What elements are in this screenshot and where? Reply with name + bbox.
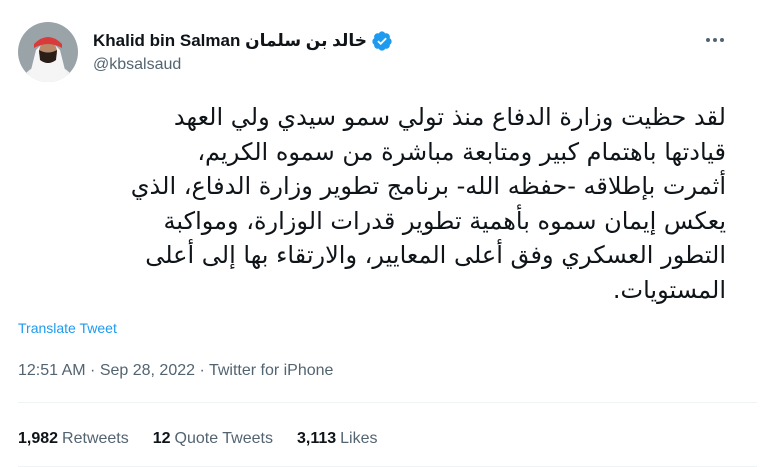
retweets-label: Retweets — [62, 430, 129, 447]
tweet-line: قيادتها باهتمام كبير ومتابعة مباشرة من س… — [197, 137, 726, 166]
tweet-line: أثمرت بإطلاقه -حفظه الله- برنامج تطوير و… — [130, 172, 726, 200]
author-handle[interactable]: @kbsalsaud — [93, 56, 181, 74]
tweet-line: المستويات. — [612, 275, 726, 304]
retweets-stat[interactable]: 1,982 Retweets — [18, 430, 129, 448]
author-name[interactable]: Khalid bin Salman خالد بن سلمان — [93, 31, 367, 51]
likes-count: 3,113 — [296, 430, 337, 447]
translate-tweet-link[interactable]: Translate Tweet — [18, 320, 117, 336]
likes-stat[interactable]: 3,113 Likes — [297, 430, 378, 448]
tweet-line: التطور العسكري وفق أعلى المعايير، والارت… — [145, 241, 726, 269]
tweet-meta[interactable]: 12:51 AM · Sep 28, 2022 · Twitter for iP… — [18, 362, 333, 380]
divider — [18, 402, 757, 403]
avatar-image — [18, 22, 78, 82]
author-name-row[interactable]: Khalid bin Salman خالد بن سلمان — [93, 30, 393, 52]
tweet-text: لقد حظيت وزارة الدفاع منذ تولي سمو سيدي … — [18, 100, 726, 307]
retweets-count: 1,982 — [18, 430, 59, 447]
verified-badge-icon — [372, 31, 392, 51]
quote-tweets-stat[interactable]: 12 Quote Tweets — [153, 430, 273, 448]
quote-tweets-count: 12 — [152, 430, 171, 447]
quote-tweets-label: Quote Tweets — [174, 430, 273, 447]
tweet-line: يعكس إيمان سموه بأهمية تطوير قدرات الوزا… — [163, 206, 726, 235]
more-options-icon[interactable] — [703, 28, 727, 52]
tweet-line: لقد حظيت وزارة الدفاع منذ تولي سمو سيدي … — [173, 103, 726, 131]
engagement-stats: 1,982 Retweets 12 Quote Tweets 3,113 Likes — [18, 430, 378, 448]
avatar[interactable] — [18, 22, 78, 82]
likes-label: Likes — [340, 430, 378, 447]
